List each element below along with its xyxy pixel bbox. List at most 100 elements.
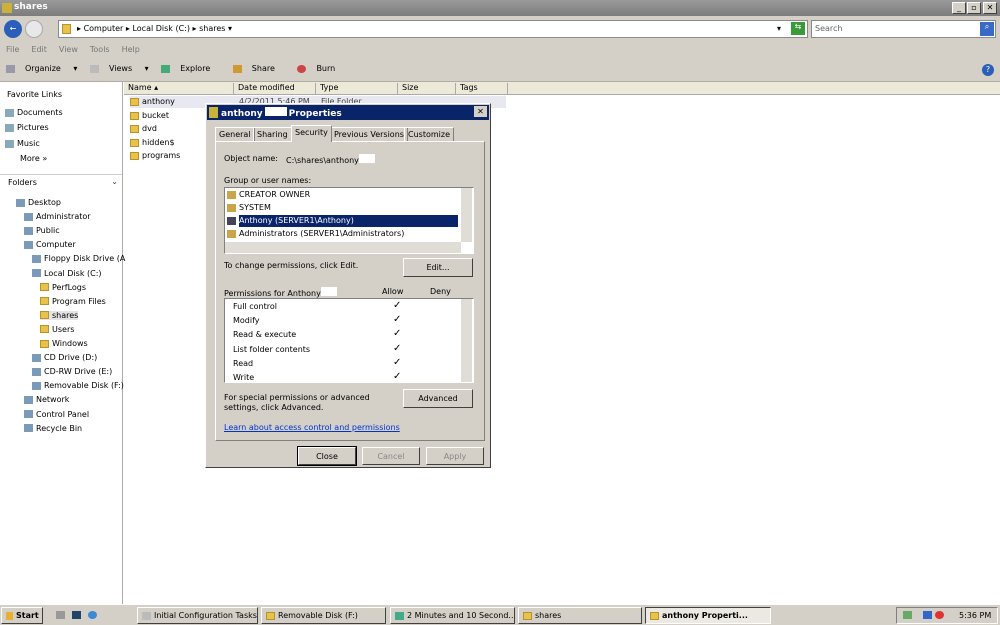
menu-help[interactable]: Help (122, 45, 140, 54)
user-anthony[interactable]: Anthony (SERVER1\Anthony) (227, 216, 354, 225)
folder-tree-item[interactable]: Network (24, 395, 69, 404)
folder-tree-item[interactable]: Windows (40, 339, 88, 348)
file-row-anthony[interactable]: anthony (130, 97, 175, 106)
col-type[interactable]: Type (316, 83, 398, 94)
user-system[interactable]: SYSTEM (227, 203, 271, 212)
server-manager-icon[interactable] (56, 611, 65, 619)
task-properties[interactable]: anthony Properti... (645, 607, 771, 624)
task-removable-disk[interactable]: Removable Disk (F:) (261, 607, 386, 624)
file-row-hidden[interactable]: hidden$ (130, 138, 175, 147)
tab-sharing[interactable]: Sharing (253, 127, 292, 141)
col-tags[interactable]: Tags (456, 83, 508, 94)
menu-tools[interactable]: Tools (90, 45, 110, 54)
security-icon[interactable] (903, 611, 912, 619)
users-list[interactable]: CREATOR OWNER SYSTEM Anthony (SERVER1\An… (224, 187, 474, 254)
volume-muted-icon[interactable] (935, 611, 944, 619)
maximize-button[interactable]: ▫ (967, 2, 981, 14)
start-button[interactable]: Start (1, 607, 43, 624)
tree-label: Computer (36, 240, 76, 250)
users-hscrollbar[interactable] (225, 242, 461, 253)
users-vscrollbar[interactable] (461, 188, 472, 242)
folder-tree-item[interactable]: Computer (24, 240, 76, 249)
share-button[interactable]: Share (232, 64, 285, 73)
crumb-shares[interactable]: shares (199, 24, 225, 33)
show-desktop-icon[interactable] (72, 611, 81, 619)
file-row-programs[interactable]: programs (130, 151, 180, 160)
chevron-down-icon[interactable]: ⌄ (111, 177, 118, 186)
address-bar[interactable]: ▸ Computer ▸ Local Disk (C:) ▸ shares ▾ … (58, 20, 808, 38)
file-row-dvd[interactable]: dvd (130, 124, 157, 133)
folder-tree-item[interactable]: Public (24, 226, 60, 235)
folder-tree-item[interactable]: Removable Disk (F:) (32, 381, 124, 390)
crumb-local-disk[interactable]: Local Disk (C:) (132, 24, 190, 33)
burn-button[interactable]: Burn (297, 64, 345, 73)
search-input[interactable]: Search ⌕ (811, 20, 996, 38)
fav-music[interactable]: Music (5, 139, 40, 148)
dialog-close-icon[interactable]: ✕ (474, 106, 487, 117)
tab-security[interactable]: Security (291, 125, 332, 142)
permissions-vscrollbar[interactable] (461, 299, 472, 382)
history-dropdown-icon[interactable]: ▾ (777, 24, 781, 33)
col-date[interactable]: Date modified (234, 83, 316, 94)
task-initial-config[interactable]: Initial Configuration Tasks (137, 607, 258, 624)
apply-button[interactable]: Apply (426, 447, 484, 465)
cancel-button[interactable]: Cancel (362, 447, 420, 465)
forward-button[interactable] (25, 20, 43, 38)
views-button[interactable]: Views ▾ (89, 64, 149, 73)
file-row-bucket[interactable]: bucket (130, 111, 169, 120)
user-creator-owner[interactable]: CREATOR OWNER (227, 190, 310, 199)
special-permissions-text: For special permissions or advanced sett… (224, 393, 370, 412)
fav-documents[interactable]: Documents (5, 108, 63, 117)
refresh-icon[interactable]: ⇆ (791, 22, 805, 35)
back-button[interactable]: ← (4, 20, 22, 38)
menu-file[interactable]: File (6, 45, 19, 54)
close-button[interactable]: Close (297, 446, 357, 466)
document-icon (395, 611, 404, 620)
folder-tree-item[interactable]: Recycle Bin (24, 424, 82, 433)
explore-button[interactable]: Explore (161, 64, 220, 73)
search-icon[interactable]: ⌕ (980, 22, 994, 36)
user-administrators[interactable]: Administrators (SERVER1\Administrators) (227, 229, 404, 238)
edit-button[interactable]: Edit... (403, 258, 473, 277)
close-button[interactable]: ✕ (983, 2, 997, 14)
task-2-minutes[interactable]: 2 Minutes and 10 Second... (390, 607, 515, 624)
folder-tree-item[interactable]: PerfLogs (40, 283, 86, 292)
tab-customize[interactable]: Customize (404, 127, 454, 141)
folder-tree-item[interactable]: Desktop (16, 198, 61, 207)
minimize-button[interactable]: _ (952, 2, 966, 14)
folder-tree-item[interactable]: Users (40, 325, 74, 334)
fav-pictures[interactable]: Pictures (5, 123, 49, 132)
task-shares[interactable]: shares (518, 607, 642, 624)
file-name: bucket (142, 111, 169, 120)
folder-icon (32, 254, 41, 263)
folders-header[interactable]: Folders ⌄ (0, 174, 122, 190)
clock[interactable]: 5:36 PM (959, 611, 991, 620)
fav-more[interactable]: More » (20, 154, 47, 163)
deny-header: Deny (430, 287, 451, 296)
folder-tree-item[interactable]: CD Drive (D:) (32, 353, 97, 362)
col-size[interactable]: Size (398, 83, 456, 94)
network-icon[interactable] (923, 611, 932, 619)
folder-tree-item[interactable]: Program Files (40, 297, 106, 306)
tab-previous-versions[interactable]: Previous Versions (330, 127, 408, 141)
folder-tree-item[interactable]: shares (40, 310, 79, 320)
internet-explorer-icon[interactable] (88, 611, 97, 619)
col-name[interactable]: Name ▴ (124, 83, 234, 94)
folder-tree-item[interactable]: Floppy Disk Drive (A (32, 254, 125, 263)
folder-tree-item[interactable]: Control Panel (24, 410, 89, 419)
tab-general[interactable]: General (215, 127, 255, 141)
help-icon[interactable]: ? (982, 64, 994, 76)
folder-tree-item[interactable]: Local Disk (C:) (32, 269, 102, 278)
tree-label: Desktop (28, 198, 61, 207)
learn-more-link[interactable]: Learn about access control and permissio… (224, 423, 400, 432)
folder-tree-item[interactable]: CD-RW Drive (E:) (32, 367, 112, 376)
advanced-button[interactable]: Advanced (403, 389, 473, 408)
menu-view[interactable]: View (59, 45, 78, 54)
organize-button[interactable]: Organize ▾ (6, 64, 77, 73)
folder-icon (24, 240, 33, 249)
column-headers: Name ▴ Date modified Type Size Tags (124, 82, 1000, 95)
folder-tree-item[interactable]: Administrator (24, 212, 91, 221)
menu-edit[interactable]: Edit (31, 45, 47, 54)
share-label: Share (251, 64, 275, 73)
crumb-computer[interactable]: Computer (84, 24, 124, 33)
